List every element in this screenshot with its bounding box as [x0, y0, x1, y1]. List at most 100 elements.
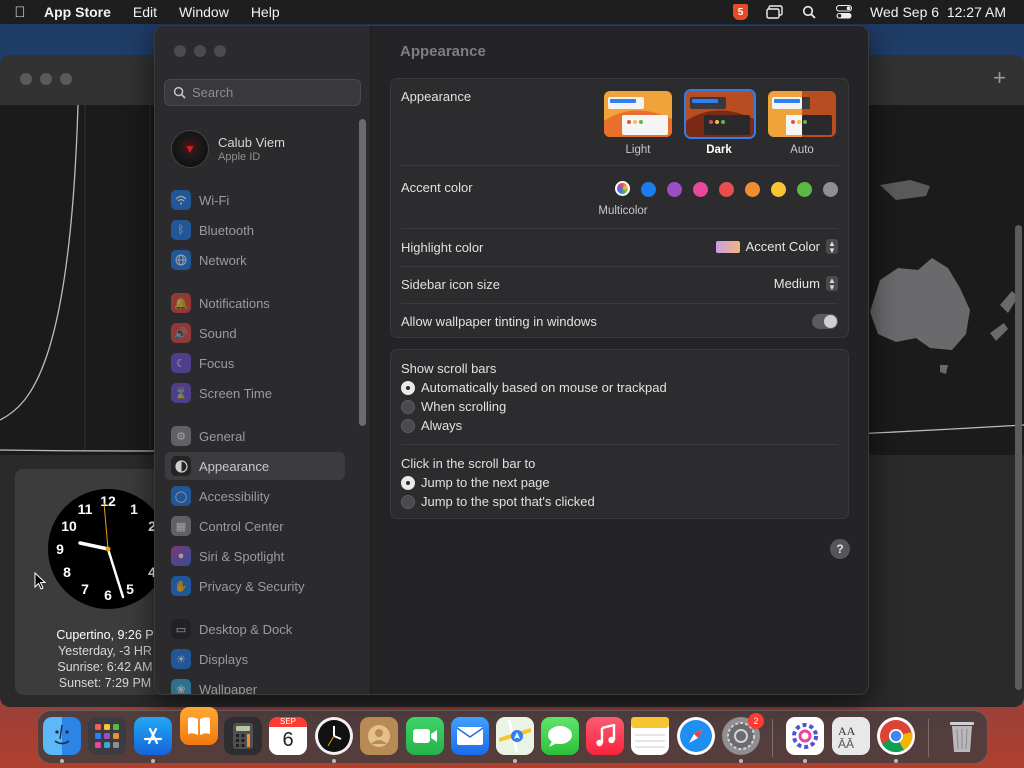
radio-button[interactable]	[401, 475, 415, 490]
sidebar-item-label: Wi-Fi	[199, 192, 230, 208]
books-icon[interactable]	[180, 707, 218, 745]
menu-app-name[interactable]: App Store	[40, 4, 122, 20]
accent-swatch-red[interactable]	[719, 182, 734, 197]
add-clock-button[interactable]: +	[993, 65, 1006, 91]
highlight-color-value: Accent Color	[745, 239, 820, 254]
help-button[interactable]: ?	[830, 539, 850, 559]
sidebar-item-bluetooth[interactable]: ᛒ Bluetooth	[165, 216, 345, 244]
accent-swatch-multicolor[interactable]	[615, 181, 630, 196]
music-icon[interactable]	[586, 717, 624, 755]
sidebar-item-label: Notifications	[199, 295, 270, 311]
appearance-option-auto[interactable]	[768, 91, 836, 137]
click-option-next-page[interactable]: Jump to the next page	[401, 475, 550, 490]
system-settings-window: ▼ Calub Viem Apple ID Wi-Fi ᛒ Bluetooth …	[154, 25, 869, 695]
zoom-button[interactable]	[214, 45, 226, 57]
close-button[interactable]	[174, 45, 186, 57]
control-center-icon[interactable]	[835, 4, 853, 20]
radio-button[interactable]	[401, 380, 415, 395]
radio-button[interactable]	[401, 399, 415, 414]
facetime-icon[interactable]	[406, 717, 444, 755]
accent-swatch-green[interactable]	[797, 182, 812, 197]
sidebar-scrollbar[interactable]	[359, 119, 366, 426]
calculator-icon[interactable]	[224, 717, 262, 755]
sidebar-item-privacy-security[interactable]: ✋ Privacy & Security	[165, 572, 345, 600]
radio-button[interactable]	[401, 494, 415, 509]
sidebar-item-desktop-dock[interactable]: ▭ Desktop & Dock	[165, 615, 345, 643]
appearance-option-dark[interactable]	[684, 89, 756, 139]
apple-id-account[interactable]: ▼ Calub Viem Apple ID	[171, 130, 285, 168]
sidebar-item-focus[interactable]: ☾ Focus	[165, 349, 345, 377]
radio-label: Jump to the next page	[421, 475, 550, 490]
sidebar-item-label: Siri & Spotlight	[199, 548, 285, 564]
world-clock-scrollbar[interactable]	[1015, 225, 1022, 690]
sidebar-item-siri-spotlight[interactable]: ● Siri & Spotlight	[165, 542, 345, 570]
scroll-bars-option-when-scrolling[interactable]: When scrolling	[401, 399, 506, 414]
trash-icon[interactable]	[943, 717, 981, 755]
contacts-icon[interactable]	[360, 717, 398, 755]
sidebar-item-wifi[interactable]: Wi-Fi	[165, 186, 345, 214]
accent-swatch-orange[interactable]	[745, 182, 760, 197]
sidebar-icon-size-select[interactable]: Medium ▲ ▼	[774, 276, 838, 291]
finder-icon[interactable]	[43, 717, 81, 755]
launchpad-icon[interactable]	[88, 717, 126, 755]
account-name: Calub Viem	[218, 135, 285, 150]
appearance-option-dark-label: Dark	[706, 144, 732, 156]
accessibility-icon: ◯	[171, 486, 191, 506]
close-button[interactable]	[20, 73, 32, 85]
clock-app-icon[interactable]	[315, 717, 353, 755]
menubar-clock[interactable]: Wed Sep 6 12:27 AM	[870, 4, 1006, 20]
menu-edit[interactable]: Edit	[122, 4, 168, 20]
minimize-button[interactable]	[40, 73, 52, 85]
menu-window[interactable]: Window	[168, 4, 240, 20]
highlight-color-select[interactable]: Accent Color ▲ ▼	[715, 239, 838, 254]
wallpaper-tinting-label: Allow wallpaper tinting in windows	[401, 314, 597, 329]
accent-swatch-yellow[interactable]	[771, 182, 786, 197]
zoom-button[interactable]	[60, 73, 72, 85]
chrome-icon[interactable]	[877, 717, 915, 755]
wifi-icon	[171, 190, 191, 210]
app-store-icon[interactable]	[134, 717, 172, 755]
messages-icon[interactable]	[541, 717, 579, 755]
moon-icon: ☾	[171, 353, 191, 373]
minimize-button[interactable]	[194, 45, 206, 57]
sidebar-item-control-center[interactable]: ▦ Control Center	[165, 512, 345, 540]
accent-swatch-purple[interactable]	[667, 182, 682, 197]
sidebar-item-wallpaper[interactable]: ❀ Wallpaper	[165, 675, 345, 694]
divider	[401, 444, 838, 445]
system-settings-icon[interactable]: 2	[722, 713, 764, 755]
apple-menu-icon[interactable]: 	[0, 4, 40, 21]
speaker-icon: 🔊	[171, 323, 191, 343]
sidebar-item-general[interactable]: ⚙ General	[165, 422, 345, 450]
sidebar-item-screen-time[interactable]: ⌛ Screen Time	[165, 379, 345, 407]
notes-icon[interactable]	[631, 717, 669, 755]
calendar-icon[interactable]: SEP 6	[269, 717, 307, 755]
sidebar-item-network[interactable]: Network	[165, 246, 345, 274]
menu-help[interactable]: Help	[240, 4, 291, 20]
maps-icon[interactable]	[496, 717, 534, 755]
window-switcher-icon[interactable]	[765, 4, 783, 20]
radio-button[interactable]	[401, 418, 415, 433]
scroll-bars-option-auto[interactable]: Automatically based on mouse or trackpad	[401, 380, 667, 395]
sidebar-item-displays[interactable]: ☀ Displays	[165, 645, 345, 673]
sidebar-item-accessibility[interactable]: ◯ Accessibility	[165, 482, 345, 510]
settings-search[interactable]	[164, 79, 361, 106]
wallpaper-tinting-toggle[interactable]	[812, 314, 838, 329]
accent-swatch-graphite[interactable]	[823, 182, 838, 197]
sidebar-item-sound[interactable]: 🔊 Sound	[165, 319, 345, 347]
html5-icon[interactable]: 5	[733, 4, 749, 20]
click-option-spot-clicked[interactable]: Jump to the spot that's clicked	[401, 494, 595, 509]
scroll-bars-option-always[interactable]: Always	[401, 418, 462, 433]
sidebar-item-appearance[interactable]: Appearance	[165, 452, 345, 480]
sidebar-item-notifications[interactable]: 🔔 Notifications	[165, 289, 345, 317]
gear-app-icon[interactable]	[786, 717, 824, 755]
accent-swatch-blue[interactable]	[641, 182, 656, 197]
appearance-pane: Appearance Appearance Light Dark Auto Ac…	[371, 26, 868, 694]
search-input[interactable]	[192, 85, 352, 100]
safari-icon[interactable]	[677, 717, 715, 755]
scroll-bar-settings-group: Show scroll bars Automatically based on …	[390, 349, 849, 519]
font-book-icon[interactable]: AA ĀĀ	[832, 717, 870, 755]
accent-swatch-pink[interactable]	[693, 182, 708, 197]
appearance-option-light[interactable]	[604, 91, 672, 137]
spotlight-search-icon[interactable]	[800, 4, 818, 20]
mail-icon[interactable]	[451, 717, 489, 755]
